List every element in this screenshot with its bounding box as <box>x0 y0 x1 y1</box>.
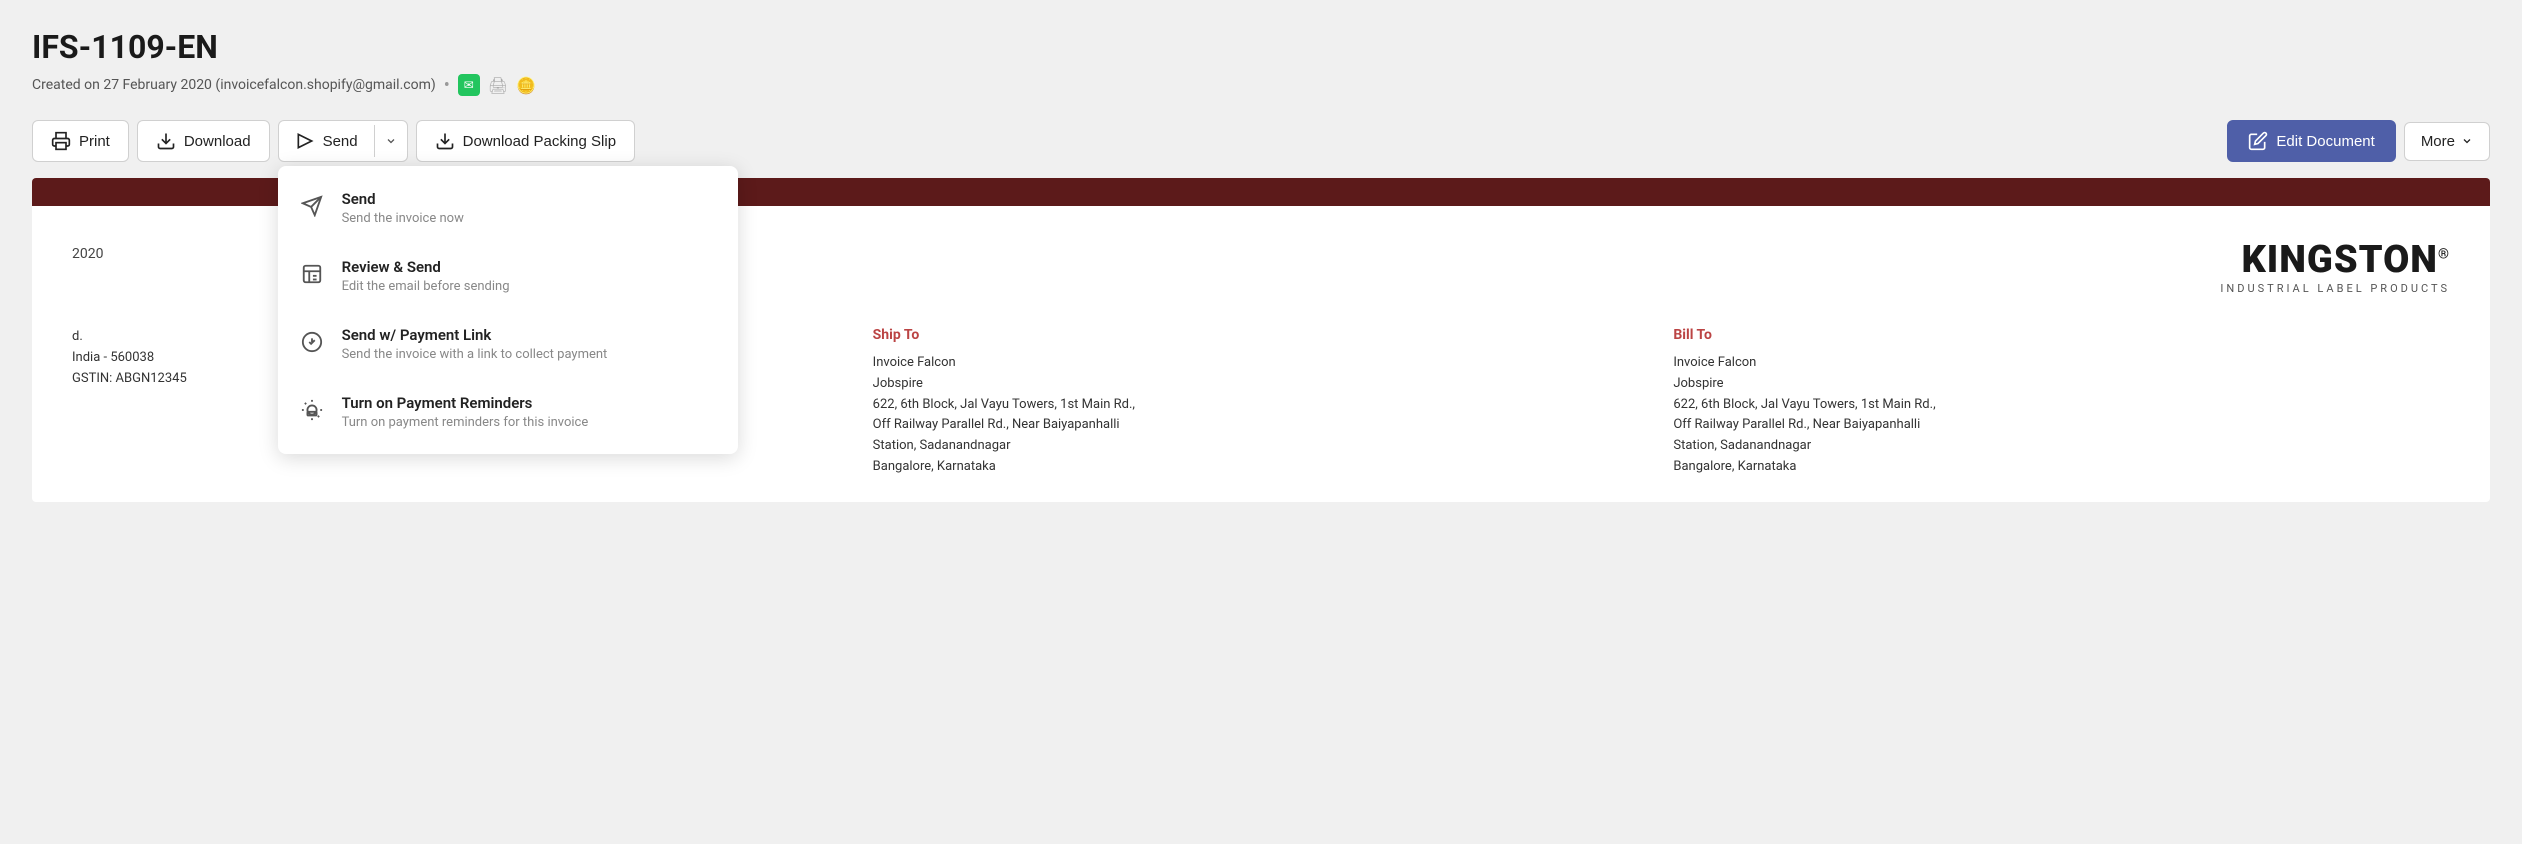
dot-separator: • <box>444 75 450 96</box>
kingston-logo: KINGSTON® INDUSTRIAL LABEL PRODUCTS <box>2220 238 2450 295</box>
send-button-group: Send <box>278 120 408 162</box>
bill-to-col: Bill To Invoice Falcon Jobspire 622, 6th… <box>1673 327 2450 478</box>
dropdown-payment-desc: Send the invoice with a link to collect … <box>342 347 608 362</box>
kingston-name: KINGSTON® <box>2220 238 2450 282</box>
send-dropdown-container: Send <box>278 120 408 162</box>
payment-link-menu-icon <box>298 328 326 356</box>
dropdown-review-title: Review & Send <box>342 258 510 276</box>
edit-icon <box>2248 131 2268 151</box>
bill-to-label: Bill To <box>1673 327 2450 343</box>
dropdown-reminders-desc: Turn on payment reminders for this invoi… <box>342 415 589 430</box>
more-chevron-icon <box>2461 135 2473 147</box>
chevron-down-icon <box>385 135 397 147</box>
dropdown-item-payment-text: Send w/ Payment Link Send the invoice wi… <box>342 326 608 362</box>
dropdown-item-review-send[interactable]: Review & Send Edit the email before send… <box>278 242 738 310</box>
more-button[interactable]: More <box>2404 122 2490 161</box>
toolbar: Print Download Send <box>32 120 2490 162</box>
page-title: IFS-1109-EN <box>32 28 2490 66</box>
print-icon <box>51 131 71 151</box>
page-subtitle: Created on 27 February 2020 (invoicefalc… <box>32 74 2490 96</box>
edit-document-button[interactable]: Edit Document <box>2227 120 2395 162</box>
download-packing-slip-label: Download Packing Slip <box>463 133 616 150</box>
send-main-button[interactable]: Send <box>279 121 374 161</box>
reminders-menu-icon <box>298 396 326 424</box>
ship-to-col: Ship To Invoice Falcon Jobspire 622, 6th… <box>873 327 1650 478</box>
dropdown-send-title: Send <box>342 190 464 208</box>
subtitle-text: Created on 27 February 2020 (invoicefalc… <box>32 77 436 93</box>
download-label: Download <box>184 133 251 150</box>
send-dropdown-menu: Send Send the invoice now <box>278 166 738 454</box>
dropdown-reminders-title: Turn on Payment Reminders <box>342 394 589 412</box>
ship-to-label: Ship To <box>873 327 1650 343</box>
packing-slip-icon <box>435 131 455 151</box>
invoice-right: KINGSTON® INDUSTRIAL LABEL PRODUCTS <box>1277 238 2450 295</box>
kingston-reg: ® <box>2438 246 2450 262</box>
download-button[interactable]: Download <box>137 120 270 162</box>
more-label: More <box>2421 133 2455 150</box>
dropdown-review-desc: Edit the email before sending <box>342 279 510 294</box>
review-send-menu-icon <box>298 260 326 288</box>
dropdown-item-send[interactable]: Send Send the invoice now <box>278 174 738 242</box>
coin-status-icon: 🪙 <box>516 76 536 95</box>
email-status-icon: ✉ <box>458 74 480 96</box>
ship-to-address: Invoice Falcon Jobspire 622, 6th Block, … <box>873 353 1650 478</box>
download-packing-slip-button[interactable]: Download Packing Slip <box>416 120 635 162</box>
print-button[interactable]: Print <box>32 120 129 162</box>
dropdown-item-reminders[interactable]: Turn on Payment Reminders Turn on paymen… <box>278 378 738 446</box>
send-arrow-button[interactable] <box>374 125 407 157</box>
dropdown-send-desc: Send the invoice now <box>342 211 464 226</box>
dropdown-item-review-text: Review & Send Edit the email before send… <box>342 258 510 294</box>
send-label: Send <box>323 133 358 150</box>
dropdown-item-reminders-text: Turn on Payment Reminders Turn on paymen… <box>342 394 589 430</box>
bill-to-address: Invoice Falcon Jobspire 622, 6th Block, … <box>1673 353 2450 478</box>
dropdown-payment-title: Send w/ Payment Link <box>342 326 608 344</box>
print-status-icon: 🖨 <box>488 76 508 95</box>
dropdown-item-send-text: Send Send the invoice now <box>342 190 464 226</box>
download-icon <box>156 131 176 151</box>
send-menu-icon <box>298 192 326 220</box>
kingston-sub: INDUSTRIAL LABEL PRODUCTS <box>2220 282 2450 295</box>
send-icon <box>295 131 315 151</box>
edit-document-label: Edit Document <box>2276 133 2374 150</box>
print-label: Print <box>79 133 110 150</box>
dropdown-item-payment-link[interactable]: Send w/ Payment Link Send the invoice wi… <box>278 310 738 378</box>
